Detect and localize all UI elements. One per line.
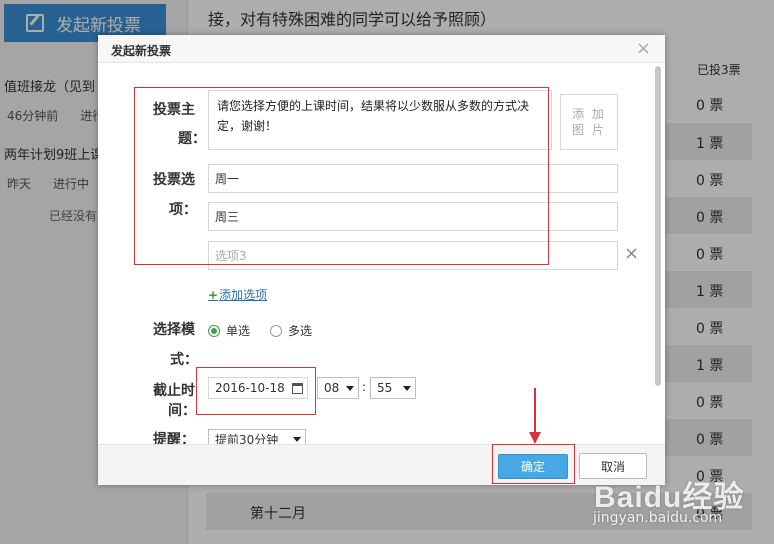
- add-image-label-line1: 添 加: [572, 107, 606, 121]
- chevron-down-icon: [293, 436, 301, 442]
- mode-label-line2: 式：: [170, 352, 198, 368]
- chevron-down-icon: [346, 385, 354, 391]
- annotation-box-subject-options: [134, 87, 549, 265]
- delete-option-icon[interactable]: ×: [624, 243, 639, 264]
- remind-value: 提前30分钟: [215, 432, 279, 445]
- deadline-label-line2: 间：: [168, 403, 196, 419]
- add-image-button[interactable]: 添 加 图 片: [560, 94, 618, 150]
- mode-single-radio[interactable]: 单选: [208, 322, 250, 339]
- remind-select[interactable]: 提前30分钟: [208, 429, 306, 444]
- mode-multi-radio[interactable]: 多选: [270, 322, 312, 339]
- close-icon[interactable]: ×: [636, 38, 651, 59]
- mode-single-label: 单选: [226, 324, 251, 338]
- deadline-hour-select[interactable]: 08: [317, 377, 359, 399]
- annotation-box-deadline: [196, 367, 316, 415]
- mode-multi-label: 多选: [288, 324, 313, 338]
- dialog-footer: 确定 取消: [98, 444, 665, 485]
- deadline-minute-value: 55: [377, 381, 393, 395]
- add-image-label-line2: 图 片: [572, 123, 606, 137]
- dialog-title: 发起新投票: [111, 44, 172, 58]
- chevron-down-icon: [403, 385, 411, 391]
- annotation-arrow-shaft: [534, 388, 536, 434]
- mode-label-line1: 选择模: [153, 322, 195, 338]
- add-option-link[interactable]: +添加选项: [208, 286, 267, 303]
- remind-label: 提醒：: [153, 432, 195, 444]
- add-option-label: 添加选项: [219, 288, 268, 302]
- annotation-arrow-head: [529, 432, 541, 444]
- dialog-header: 发起新投票 ×: [98, 35, 665, 63]
- dialog-scrollbar[interactable]: [655, 66, 661, 386]
- plus-icon: +: [208, 288, 219, 302]
- deadline-minute-select[interactable]: 55: [370, 377, 416, 399]
- baidu-watermark: Baidu经验 jingyan.baidu.com: [590, 470, 774, 544]
- radio-selected-icon: [208, 324, 220, 337]
- annotation-box-confirm: [492, 444, 575, 484]
- watermark-url: jingyan.baidu.com: [593, 510, 723, 526]
- deadline-hour-value: 08: [324, 381, 340, 395]
- time-separator: :: [362, 380, 367, 394]
- deadline-label-line1: 截止时: [153, 383, 195, 399]
- radio-empty-icon: [270, 324, 282, 337]
